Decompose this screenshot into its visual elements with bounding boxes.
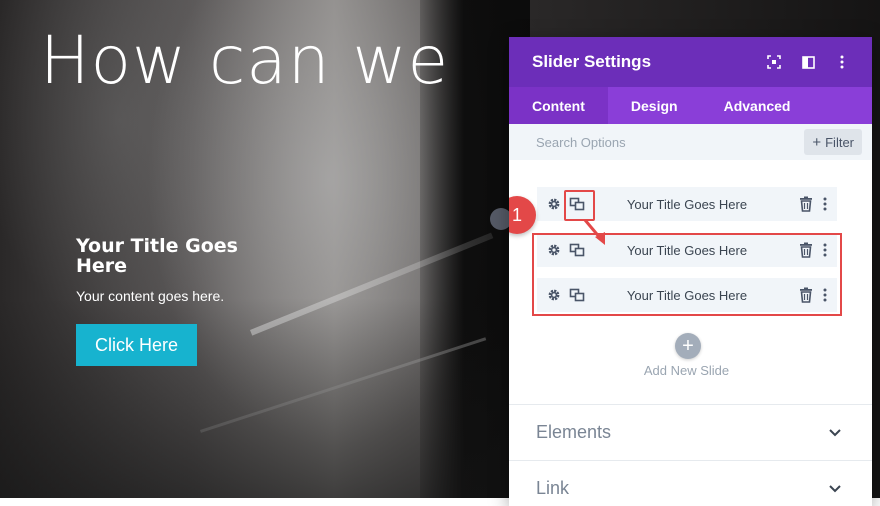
section-elements[interactable]: Elements: [509, 404, 872, 460]
duplicated-slides-highlight-box: [532, 233, 842, 316]
sidebar-icon[interactable]: [800, 54, 816, 70]
tab-advanced[interactable]: Advanced: [701, 87, 814, 124]
chevron-down-icon: [829, 484, 841, 492]
tab-content[interactable]: Content: [509, 87, 608, 124]
slide-content: Your content goes here.: [76, 288, 225, 304]
slider-settings-panel: Slider Settings Content Design Advanced …: [509, 37, 872, 506]
search-options-input[interactable]: [536, 134, 736, 150]
add-slide-icon[interactable]: +: [675, 333, 701, 359]
panel-header[interactable]: Slider Settings: [509, 37, 872, 87]
kebab-menu-icon[interactable]: [834, 54, 850, 70]
plus-icon: +: [812, 133, 822, 151]
focus-icon[interactable]: [766, 54, 782, 70]
tab-design[interactable]: Design: [608, 87, 701, 124]
panel-tabs: Content Design Advanced: [509, 87, 872, 124]
trash-icon[interactable]: [799, 196, 813, 212]
filter-button[interactable]: + Filter: [804, 129, 862, 155]
add-new-slide-label[interactable]: Add New Slide: [509, 363, 864, 378]
section-link-label: Link: [536, 478, 570, 498]
chevron-down-icon: [829, 428, 841, 436]
gear-icon[interactable]: [546, 196, 562, 212]
panel-title: Slider Settings: [532, 52, 652, 71]
page-heading: How can we: [40, 22, 450, 99]
filter-label: Filter: [825, 134, 854, 150]
section-elements-label: Elements: [536, 422, 612, 442]
slide-item-label: Your Title Goes Here: [626, 196, 748, 212]
duplicate-highlight-box: [564, 190, 595, 221]
section-link[interactable]: Link: [509, 460, 872, 506]
kebab-menu-icon[interactable]: [821, 196, 829, 212]
panel-header-actions: [766, 54, 850, 70]
search-row: + Filter: [509, 124, 872, 160]
slide-cta-button[interactable]: Click Here: [76, 324, 197, 366]
slide-title: Your Title Goes Here: [76, 235, 238, 277]
